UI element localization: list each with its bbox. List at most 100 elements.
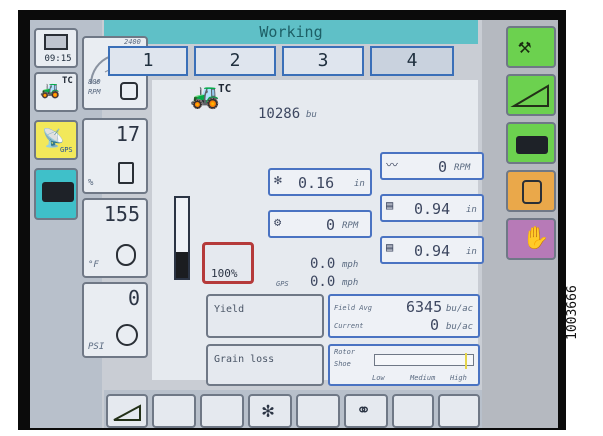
- header-height-fill: [176, 252, 188, 278]
- feeder-rpm-value: 0: [326, 216, 336, 234]
- upper-sieve-icon: ▤: [386, 198, 394, 212]
- current-unit: bu/ac: [446, 322, 474, 332]
- feeder-rpm-box[interactable]: ⚙ 0 RPM: [268, 210, 372, 238]
- chain-icon: ⚭: [356, 400, 372, 421]
- header-percent-value: 100%: [211, 267, 238, 280]
- upper-sieve-box[interactable]: ▤ 0.94 in: [380, 194, 484, 222]
- pressure-gauge[interactable]: 0 PSI: [82, 282, 148, 358]
- lower-sieve-box[interactable]: ▤ 0.94 in: [380, 236, 484, 264]
- pressure-unit: PSI: [88, 342, 105, 352]
- header-angle-button[interactable]: [506, 74, 556, 116]
- bottom-button-2[interactable]: [152, 394, 196, 428]
- speed-unit-1: mph: [342, 260, 359, 270]
- combine-button[interactable]: [506, 122, 556, 164]
- fan-speed-unit: in: [354, 179, 365, 189]
- bottom-button-1[interactable]: [106, 394, 148, 428]
- feeder-rpm-unit: RPM: [342, 221, 359, 231]
- fuel-gauge[interactable]: 17 %: [82, 118, 148, 194]
- header-angle-icon: [510, 84, 549, 107]
- scale-low: Low: [372, 374, 385, 382]
- grain-loss-label: Grain loss: [214, 354, 275, 365]
- gps-label: GPS: [60, 146, 73, 154]
- rotor-icon: 〰: [386, 158, 399, 172]
- tractor-icon-main: 🚜: [190, 82, 220, 110]
- bottom-button-7[interactable]: [392, 394, 434, 428]
- tc-tile[interactable]: 🚜 TC: [34, 72, 78, 112]
- fan-speed-value: 0.16: [298, 174, 335, 192]
- fuel-value: 17: [115, 122, 140, 146]
- bottom-button-4[interactable]: ✻: [248, 394, 292, 428]
- yield-label: Yield: [214, 304, 245, 315]
- rotor-rpm-value: 0: [438, 158, 448, 176]
- pressure-icon: [116, 324, 138, 346]
- combine-tile[interactable]: [34, 168, 78, 220]
- bottom-button-3[interactable]: [200, 394, 244, 428]
- clock-time: 09:15: [44, 54, 72, 64]
- bottom-button-5[interactable]: [296, 394, 340, 428]
- rpm-min: 800: [88, 78, 101, 86]
- bottom-button-6[interactable]: ⚭: [344, 394, 388, 428]
- grain-loss-box[interactable]: Rotor Shoe Low Medium High: [328, 344, 480, 386]
- tc-label-main: TC: [218, 82, 232, 95]
- yield-button[interactable]: Yield: [206, 294, 324, 338]
- figure-id: 1003666: [565, 285, 580, 340]
- bottom-button-8[interactable]: [438, 394, 480, 428]
- hand-button[interactable]: ✋: [506, 218, 556, 260]
- engine-button[interactable]: [506, 170, 556, 212]
- bushels-value: 10286: [258, 106, 301, 122]
- speed-gps-label: GPS: [276, 280, 289, 288]
- rotor-rpm-box[interactable]: 〰 0 RPM: [380, 152, 484, 180]
- field-avg-unit: bu/ac: [446, 304, 474, 314]
- temp-gauge[interactable]: 155 °F: [82, 198, 148, 278]
- field-avg-value: 6345: [406, 298, 443, 316]
- temp-value: 155: [103, 202, 140, 226]
- feeder-icon: ⚙: [274, 215, 282, 229]
- tab-3[interactable]: 3: [282, 46, 364, 76]
- fuel-pump-icon: [118, 162, 134, 184]
- tab-2[interactable]: 2: [194, 46, 276, 76]
- upper-sieve-unit: in: [466, 205, 477, 215]
- tools-button[interactable]: ⚒: [506, 26, 556, 68]
- engine-icon: [522, 180, 542, 204]
- lower-sieve-unit: in: [466, 247, 477, 257]
- yield-values-box[interactable]: Field Avg 6345 bu/ac Current 0 bu/ac: [328, 294, 480, 338]
- engine-icon: [120, 82, 138, 100]
- combine-icon: [516, 136, 548, 154]
- loss-marker: [465, 353, 467, 369]
- hand-icon: ✋: [522, 226, 550, 251]
- temp-unit: °F: [88, 260, 99, 270]
- tools-icon: ⚒: [518, 34, 532, 59]
- display-area: Working 09:15 2400 800 RPM 🚜 TC 📡 GPS 17…: [30, 20, 558, 428]
- pressure-value: 0: [127, 286, 140, 310]
- scale-high: High: [450, 374, 467, 382]
- tab-4[interactable]: 4: [370, 46, 454, 76]
- current-label: Current: [334, 322, 364, 330]
- speed-value-1: 0.0: [310, 256, 336, 272]
- rpm-label: RPM: [88, 88, 101, 96]
- lower-sieve-icon: ▤: [386, 240, 394, 254]
- header-icon: [113, 404, 141, 421]
- scale-medium: Medium: [410, 374, 436, 382]
- combine-icon: [42, 182, 74, 202]
- bushels-unit: bu: [306, 110, 317, 120]
- clock-tile[interactable]: 09:15: [34, 28, 78, 68]
- field-avg-label: Field Avg: [334, 304, 372, 312]
- current-value: 0: [430, 316, 440, 334]
- header-percent-button[interactable]: 100%: [202, 242, 254, 284]
- fan-speed-box[interactable]: ✻ 0.16 in: [268, 168, 372, 196]
- lower-sieve-value: 0.94: [414, 242, 451, 260]
- rpm-max: 2400: [124, 38, 141, 46]
- monitor-icon: [44, 34, 68, 50]
- gps-tile[interactable]: 📡 GPS: [34, 120, 78, 160]
- fuel-unit: %: [88, 178, 94, 188]
- tc-label: TC: [62, 76, 73, 86]
- header-height-bar[interactable]: [174, 196, 190, 280]
- rotor-label: Rotor: [334, 348, 356, 356]
- fan-icon: ✻: [274, 173, 282, 188]
- speed-value-2: 0.0: [310, 274, 336, 290]
- fan-icon: ✻: [262, 398, 275, 422]
- shoe-label: Shoe: [334, 360, 351, 368]
- grain-loss-button[interactable]: Grain loss: [206, 344, 324, 386]
- tab-1[interactable]: 1: [108, 46, 188, 76]
- speed-unit-2: mph: [342, 278, 359, 288]
